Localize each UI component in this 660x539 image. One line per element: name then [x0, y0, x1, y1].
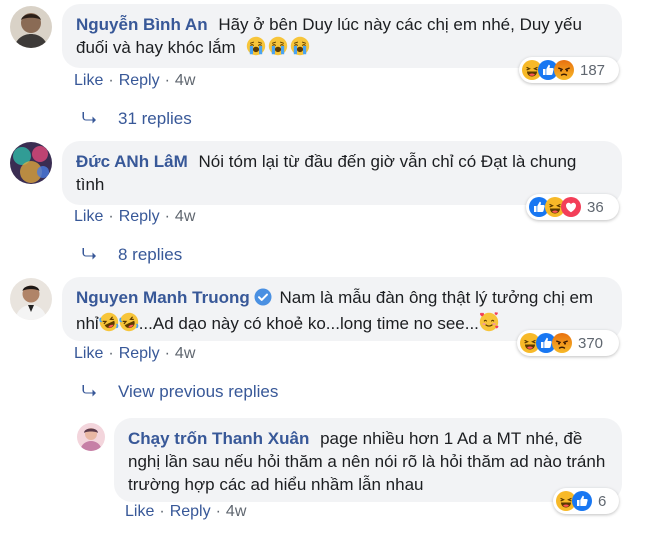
- avatar[interactable]: [10, 278, 52, 320]
- crying-face-emoji-icon: [246, 36, 266, 62]
- separator-dot: ·: [164, 208, 170, 225]
- reaction-icons: [529, 197, 577, 217]
- separator-dot: ·: [164, 345, 170, 362]
- reply-actions: Like · Reply · 4w: [125, 503, 246, 521]
- replies-count-label[interactable]: 31 replies: [118, 109, 192, 129]
- crying-face-emoji-icon: [290, 36, 310, 62]
- comment-actions: Like · Reply · 4w: [74, 72, 195, 90]
- reaction-count: 36: [587, 198, 604, 216]
- like-link[interactable]: Like: [74, 72, 103, 89]
- view-previous-replies-link[interactable]: View previous replies: [82, 382, 278, 402]
- avatar[interactable]: [77, 423, 105, 451]
- reply-link[interactable]: Reply: [119, 208, 160, 225]
- smiling-face-with-hearts-emoji-icon: [479, 312, 499, 338]
- reply-link[interactable]: Reply: [119, 345, 160, 362]
- avatar[interactable]: [10, 6, 52, 48]
- like-link[interactable]: Like: [125, 503, 154, 520]
- view-previous-replies-label[interactable]: View previous replies: [118, 382, 278, 402]
- avatar[interactable]: [10, 142, 52, 184]
- reaction-icons: [520, 333, 568, 353]
- separator-dot: ·: [108, 208, 114, 225]
- comment-author[interactable]: Nguyen Manh Truong: [76, 288, 250, 307]
- separator-dot: ·: [164, 72, 170, 89]
- like-link[interactable]: Like: [74, 208, 103, 225]
- timestamp[interactable]: 4w: [175, 208, 195, 225]
- reply-link[interactable]: Reply: [170, 503, 211, 520]
- timestamp[interactable]: 4w: [226, 503, 246, 520]
- reaction-count: 6: [598, 492, 607, 510]
- reaction-summary[interactable]: 36: [526, 194, 619, 220]
- comment-actions: Like · Reply · 4w: [74, 345, 195, 363]
- view-replies-link[interactable]: 31 replies: [82, 109, 192, 129]
- reply-arrow-icon: [82, 382, 96, 402]
- timestamp[interactable]: 4w: [175, 72, 195, 89]
- reply-author[interactable]: Chạy trốn Thanh Xuân: [128, 429, 309, 448]
- reaction-count: 370: [578, 334, 604, 352]
- comment-author[interactable]: Đức ANh LâM: [76, 152, 188, 171]
- comment-text-continued: ...Ad dạo này có khoẻ ko...long time no …: [138, 314, 479, 333]
- reaction-summary[interactable]: 6: [553, 488, 619, 514]
- timestamp[interactable]: 4w: [175, 345, 195, 362]
- comment-author[interactable]: Nguyễn Bình An: [76, 15, 208, 34]
- reaction-icons: [556, 491, 588, 511]
- separator-dot: ·: [215, 503, 221, 520]
- separator-dot: ·: [159, 503, 165, 520]
- comment-actions: Like · Reply · 4w: [74, 208, 195, 226]
- crying-face-emoji-icon: [268, 36, 288, 62]
- reaction-count: 187: [580, 61, 606, 79]
- verified-badge-icon: [254, 288, 272, 312]
- replies-count-label[interactable]: 8 replies: [118, 245, 182, 265]
- angry-icon: [552, 333, 572, 353]
- view-replies-link[interactable]: 8 replies: [82, 245, 182, 265]
- angry-icon: [554, 60, 574, 80]
- like-link[interactable]: Like: [74, 345, 103, 362]
- rofl-emoji-icon: [99, 312, 119, 338]
- reaction-icons: [522, 60, 570, 80]
- reply-bubble: Chạy trốn Thanh Xuân page nhiều hơn 1 Ad…: [114, 418, 622, 502]
- separator-dot: ·: [108, 345, 114, 362]
- reaction-summary[interactable]: 187: [519, 57, 619, 83]
- reaction-summary[interactable]: 370: [517, 330, 619, 356]
- reply-link[interactable]: Reply: [119, 72, 160, 89]
- rofl-emoji-icon: [119, 312, 139, 338]
- reply-arrow-icon: [82, 245, 96, 265]
- love-icon: [561, 197, 581, 217]
- separator-dot: ·: [108, 72, 114, 89]
- reply-arrow-icon: [82, 109, 96, 129]
- like-icon: [572, 491, 592, 511]
